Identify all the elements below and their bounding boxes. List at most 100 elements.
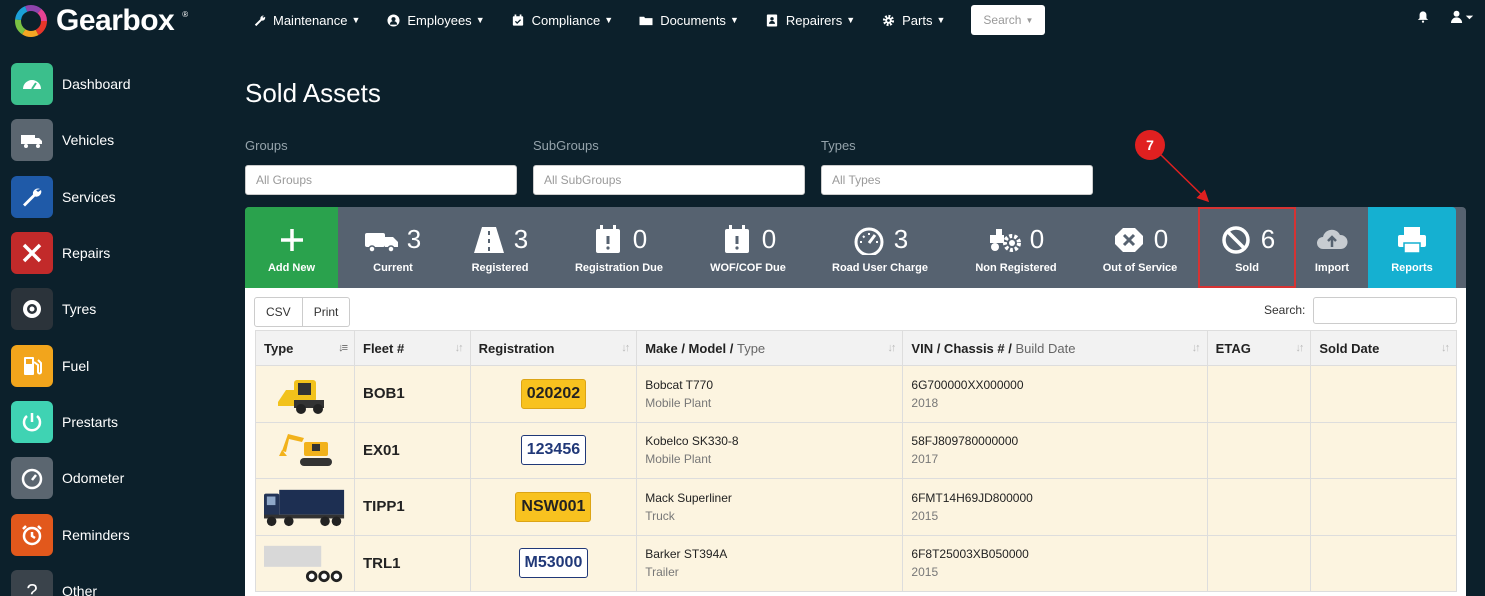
ban-icon	[1219, 225, 1253, 255]
road-icon	[472, 225, 506, 255]
subgroups-select[interactable]: All SubGroups	[533, 165, 805, 195]
col-type[interactable]: Type↓≡	[256, 331, 355, 366]
non-registered-filter-button[interactable]: 0 Non Registered	[950, 207, 1082, 288]
subgroups-filter: SubGroups All SubGroups	[533, 138, 805, 195]
gear-icon	[881, 13, 895, 27]
col-sold-date[interactable]: Sold Date↓↑	[1311, 331, 1457, 366]
sidebar-item-prestarts[interactable]: Prestarts	[11, 394, 211, 450]
fleet-number[interactable]: BOB1	[355, 366, 471, 423]
wof-cof-due-filter-button[interactable]: 0 WOF/COF Due	[686, 207, 810, 288]
col-vin[interactable]: VIN / Chassis # / Build Date↓↑	[903, 331, 1207, 366]
svg-text:?: ?	[26, 581, 37, 596]
skid-steer-icon	[274, 372, 336, 416]
truck-icon	[365, 225, 399, 255]
nav-maintenance[interactable]: Maintenance▼	[252, 13, 360, 28]
wrench-icon	[252, 13, 266, 27]
registration-plate[interactable]: NSW001	[515, 492, 591, 522]
question-icon: ?	[11, 570, 53, 596]
groups-select[interactable]: All Groups	[245, 165, 517, 195]
calendar-icon	[511, 13, 525, 27]
truck-icon	[264, 485, 346, 529]
tyre-icon	[11, 288, 53, 330]
nav-parts[interactable]: Parts▼	[881, 13, 945, 28]
sold-date-cell	[1311, 366, 1457, 423]
printer-icon	[1395, 225, 1429, 255]
csv-button[interactable]: CSV	[254, 297, 303, 327]
sidebar-item-repairs[interactable]: Repairs	[11, 225, 211, 281]
print-button[interactable]: Print	[303, 297, 351, 327]
bell-icon[interactable]	[1417, 10, 1429, 26]
user-menu-icon[interactable]	[1451, 10, 1475, 26]
groups-filter: Groups All Groups	[245, 138, 517, 195]
sidebar-item-odometer[interactable]: Odometer	[11, 450, 211, 506]
col-make-model[interactable]: Make / Model / Type↓↑	[637, 331, 903, 366]
alarm-clock-icon	[11, 514, 53, 556]
sidebar: Dashboard Vehicles Services Repairs Tyre…	[11, 56, 211, 596]
nav-search-button[interactable]: Search▼	[971, 5, 1045, 35]
nav-repairers[interactable]: Repairers▼	[765, 13, 855, 28]
plus-icon	[275, 225, 309, 255]
sold-date-cell	[1311, 422, 1457, 479]
sold-date-cell	[1311, 535, 1457, 592]
registration-plate[interactable]: M53000	[519, 548, 589, 578]
registration-due-filter-button[interactable]: 0 Registration Due	[552, 207, 686, 288]
table-row[interactable]: EX01 123456 Kobelco SK330-8Mobile Plant …	[256, 422, 1457, 479]
folder-icon	[639, 13, 653, 27]
step-badge: 7	[1135, 130, 1165, 160]
sidebar-item-tyres[interactable]: Tyres	[11, 281, 211, 337]
table-row[interactable]: TIPP1 NSW001 Mack SuperlinerTruck 6FMT14…	[256, 479, 1457, 536]
fleet-number[interactable]: TRL1	[355, 535, 471, 592]
calendar-alert-icon	[720, 225, 754, 255]
types-select[interactable]: All Types	[821, 165, 1093, 195]
road-user-charge-filter-button[interactable]: 3 Road User Charge	[810, 207, 950, 288]
registration-plate[interactable]: 020202	[521, 379, 586, 409]
table-search-input[interactable]	[1313, 297, 1457, 324]
sidebar-item-reminders[interactable]: Reminders	[11, 506, 211, 562]
table-row[interactable]: BOB1 020202 Bobcat T770Mobile Plant 6G70…	[256, 366, 1457, 423]
export-buttons: CSV Print	[254, 297, 350, 327]
sold-date-cell	[1311, 479, 1457, 536]
etag-cell	[1207, 535, 1311, 592]
excavator-icon	[274, 428, 336, 472]
current-filter-button[interactable]: 3 Current	[338, 207, 448, 288]
tools-icon	[11, 232, 53, 274]
dashboard-icon	[11, 63, 53, 105]
wrench-icon	[11, 176, 53, 218]
types-filter: Types All Types	[821, 138, 1093, 195]
app-logo[interactable]: Gearbox®	[14, 4, 188, 38]
table-search-label: Search:	[1264, 303, 1305, 317]
tractor-gear-icon	[988, 225, 1022, 255]
sidebar-item-dashboard[interactable]: Dashboard	[11, 56, 211, 112]
registration-plate[interactable]: 123456	[521, 435, 586, 465]
reports-button[interactable]: Reports	[1368, 207, 1456, 288]
sidebar-item-fuel[interactable]: Fuel	[11, 337, 211, 393]
col-etag[interactable]: ETAG↓↑	[1207, 331, 1311, 366]
table-row[interactable]: TRL1 M53000 Barker ST394ATrailer 6F8T250…	[256, 535, 1457, 592]
etag-cell	[1207, 479, 1311, 536]
fuel-pump-icon	[11, 345, 53, 387]
user-icon	[386, 13, 400, 27]
speedometer-icon	[852, 225, 886, 255]
import-button[interactable]: Import	[1296, 207, 1368, 288]
add-new-button[interactable]: Add New	[245, 207, 338, 288]
nav-employees[interactable]: Employees▼	[386, 13, 484, 28]
fleet-number[interactable]: TIPP1	[355, 479, 471, 536]
page-title: Sold Assets	[245, 78, 381, 109]
etag-cell	[1207, 366, 1311, 423]
cloud-upload-icon	[1315, 225, 1349, 255]
stop-x-icon	[1112, 225, 1146, 255]
sidebar-item-other[interactable]: ? Other	[11, 563, 211, 596]
col-registration[interactable]: Registration↓↑	[470, 331, 637, 366]
gearbox-logo-icon	[14, 4, 48, 38]
sidebar-item-services[interactable]: Services	[11, 169, 211, 225]
col-fleet[interactable]: Fleet #↓↑	[355, 331, 471, 366]
out-of-service-filter-button[interactable]: 0 Out of Service	[1082, 207, 1198, 288]
app-name: Gearbox	[56, 4, 174, 38]
sidebar-item-vehicles[interactable]: Vehicles	[11, 112, 211, 168]
fleet-number[interactable]: EX01	[355, 422, 471, 479]
nav-compliance[interactable]: Compliance▼	[511, 13, 614, 28]
sold-filter-button[interactable]: 6 Sold	[1198, 207, 1296, 288]
registered-filter-button[interactable]: 3 Registered	[448, 207, 552, 288]
etag-cell	[1207, 422, 1311, 479]
nav-documents[interactable]: Documents▼	[639, 13, 739, 28]
